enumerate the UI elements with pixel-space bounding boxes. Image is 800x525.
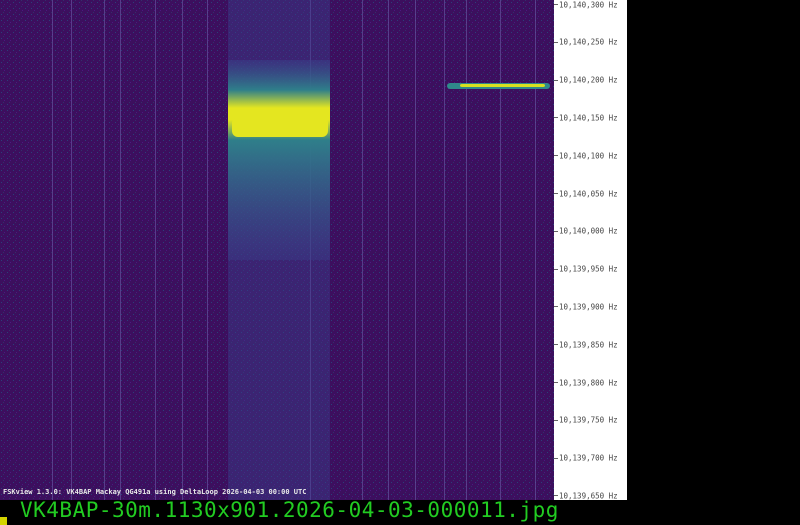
y-tick-label: 10,139,900 Hz (559, 302, 618, 312)
signal-trace (447, 83, 550, 89)
time-gridline (104, 0, 105, 500)
marker-square (0, 517, 7, 525)
time-gridline (388, 0, 389, 500)
y-tick-label: 10,139,800 Hz (559, 378, 618, 387)
time-gridline (500, 0, 501, 500)
frequency-axis: 10,140,300 Hz 10,140,250 Hz 10,140,200 Hz 1… (554, 0, 627, 500)
time-gridline (362, 0, 363, 500)
filename-label: VK4BAP-30m.1130x901.2026-04-03-000011.jp… (20, 498, 559, 522)
y-tick-label: 10,140,150 Hz (559, 113, 618, 123)
y-tick (554, 268, 558, 270)
time-gridline (155, 0, 156, 500)
footer-bar: VK4BAP-30m.1130x901.2026-04-03-000011.jp… (0, 498, 800, 525)
y-tick-label: 10,139,700 Hz (559, 453, 618, 463)
time-gridline (444, 0, 445, 500)
y-tick (554, 41, 558, 43)
y-tick-label: 10,139,750 Hz (559, 415, 618, 425)
y-tick (554, 419, 558, 421)
y-tick (554, 457, 558, 459)
y-tick-label: 10,140,300 Hz (559, 0, 618, 9)
time-gridline (207, 0, 208, 500)
y-tick (554, 495, 558, 497)
y-tick (554, 230, 558, 232)
y-tick (554, 193, 558, 194)
time-gridline (120, 0, 121, 500)
y-tick-label: 10,140,250 Hz (559, 37, 618, 47)
y-tick (554, 79, 558, 81)
signal-burst (228, 0, 330, 500)
time-gridline (466, 0, 467, 500)
spectrogram (0, 0, 554, 500)
y-tick-label: 10,140,050 Hz (559, 189, 618, 198)
y-tick (554, 4, 558, 5)
chart-title: FSKview 1.3.0: VK4BAP Mackay QG491a usin… (3, 488, 307, 496)
time-gridline (415, 0, 416, 500)
time-gridline (71, 0, 72, 500)
time-gridline (52, 0, 53, 500)
y-tick-label: 10,140,000 Hz (559, 226, 618, 236)
y-tick (554, 117, 558, 119)
y-tick (554, 306, 558, 308)
y-tick (554, 382, 558, 383)
y-tick-label: 10,140,100 Hz (559, 151, 618, 161)
y-tick (554, 344, 558, 346)
y-tick (554, 155, 558, 157)
y-tick-label: 10,140,200 Hz (559, 75, 618, 85)
time-gridline (535, 0, 536, 500)
y-tick-label: 10,139,950 Hz (559, 264, 618, 274)
time-gridline (182, 0, 183, 500)
y-tick-label: 10,139,850 Hz (559, 340, 618, 350)
